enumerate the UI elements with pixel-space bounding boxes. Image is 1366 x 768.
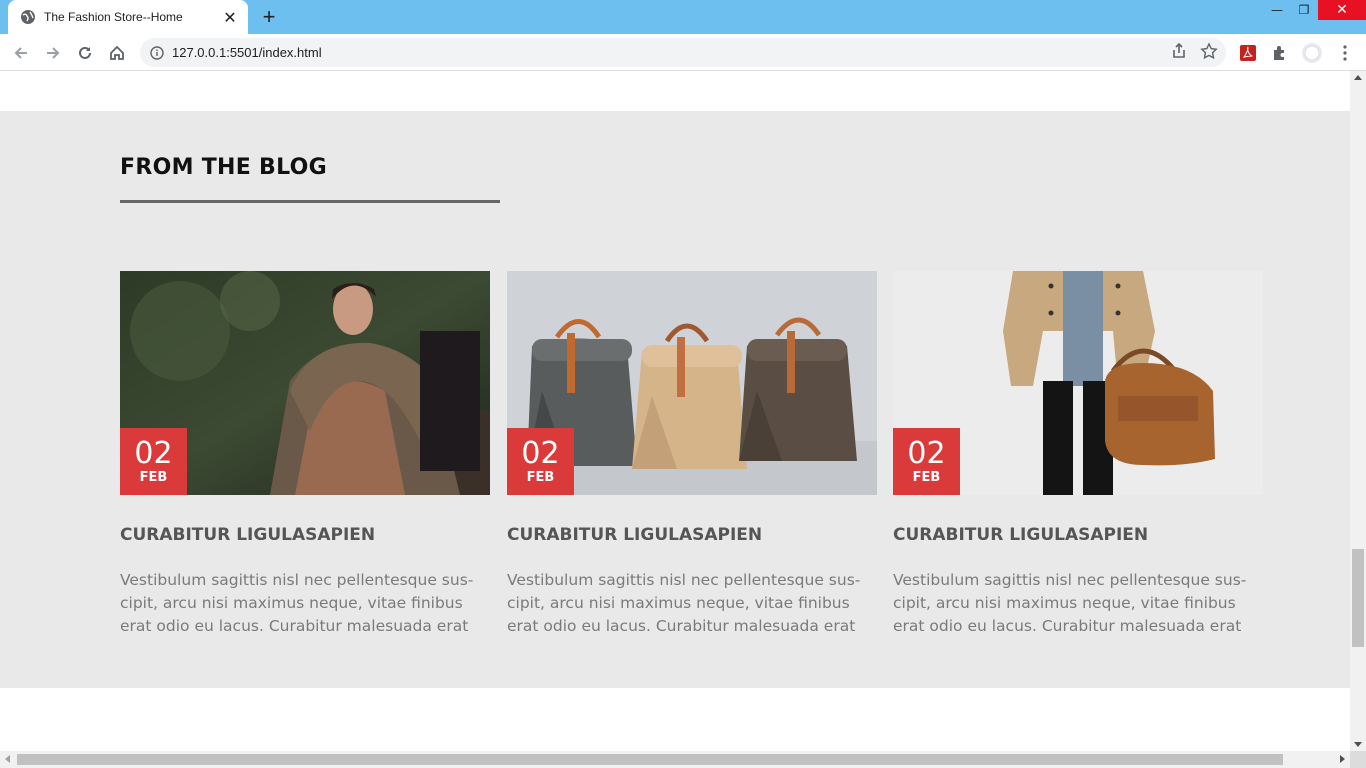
arrow-right-icon: [47, 47, 60, 59]
date-day: 02: [134, 435, 173, 471]
post-excerpt: Vestibulum sagittis nisl nec pellentesqu…: [507, 571, 861, 635]
blog-image-man-in-fur-coat[interactable]: 02 FEB: [120, 271, 490, 495]
more-menu-icon[interactable]: [1334, 42, 1356, 64]
blog-heading: FROM THE BLOG: [120, 155, 327, 180]
date-day: 02: [907, 435, 946, 471]
post-excerpt: Vestibulum sagittis nisl nec pellentesqu…: [893, 571, 1247, 635]
blog-card[interactable]: 02 FEB CURABITUR LIGULASAPIEN Vestibulum…: [893, 271, 1263, 635]
scroll-left-arrow-icon[interactable]: [5, 755, 10, 763]
new-tab-button[interactable]: +: [256, 4, 282, 29]
browser-tab[interactable]: The Fashion Store--Home ✕: [8, 0, 248, 34]
tab-title: The Fashion Store--Home: [44, 10, 183, 24]
blog-image-trench-coat-with-leather-bag[interactable]: 02 FEB: [893, 271, 1263, 495]
restore-button[interactable]: ❐: [1290, 0, 1318, 20]
profile-avatar-icon[interactable]: [1301, 42, 1323, 64]
reload-icon: [79, 46, 91, 59]
page-viewport: FROM THE BLOG 02 FEB CURABITUR LIGULASAP…: [0, 71, 1350, 751]
back-button[interactable]: [8, 40, 34, 66]
vertical-scrollbar[interactable]: [1350, 71, 1366, 751]
heading-underline: [120, 200, 500, 203]
pdf-extension-icon[interactable]: [1237, 42, 1259, 64]
forward-button[interactable]: [40, 40, 66, 66]
date-badge: 02 FEB: [120, 428, 187, 495]
date-month: FEB: [526, 469, 555, 485]
scrollbar-corner: [1350, 751, 1366, 768]
blog-card[interactable]: 02 FEB CURABITUR LIGULASAPIEN Vestibulum…: [507, 271, 877, 635]
horizontal-scroll-thumb[interactable]: [17, 754, 1283, 765]
blog-card[interactable]: 02 FEB CURABITUR LIGULASAPIEN Vestibulum…: [120, 271, 490, 635]
vertical-scroll-thumb[interactable]: [1352, 549, 1364, 647]
share-icon[interactable]: [1170, 42, 1188, 64]
globe-icon: [20, 9, 36, 25]
address-bar[interactable]: 127.0.0.1:5501/index.html: [140, 38, 1226, 67]
bookmark-star-icon[interactable]: [1200, 42, 1218, 64]
browser-toolbar: 127.0.0.1:5501/index.html: [0, 34, 1366, 71]
date-month: FEB: [912, 469, 941, 485]
scroll-right-arrow-icon[interactable]: [1340, 755, 1345, 763]
arrow-left-icon: [14, 47, 27, 59]
minimize-button[interactable]: —: [1263, 0, 1291, 20]
post-title[interactable]: CURABITUR LIGULASAPIEN: [120, 525, 375, 545]
blog-image-three-roll-top-bags[interactable]: 02 FEB: [507, 271, 877, 495]
horizontal-scrollbar[interactable]: [0, 751, 1350, 768]
info-icon[interactable]: [150, 45, 164, 60]
blog-section: FROM THE BLOG 02 FEB CURABITUR LIGULASAP…: [0, 111, 1350, 688]
browser-tab-strip: The Fashion Store--Home ✕ + — ❐ ✕: [0, 0, 1366, 34]
date-badge: 02 FEB: [507, 428, 574, 495]
scroll-down-arrow-icon[interactable]: [1354, 742, 1362, 747]
reload-button[interactable]: [72, 40, 98, 66]
date-badge: 02 FEB: [893, 428, 960, 495]
tab-close-icon[interactable]: ✕: [222, 8, 238, 27]
post-title[interactable]: CURABITUR LIGULASAPIEN: [507, 525, 762, 545]
home-button[interactable]: [104, 40, 130, 66]
home-icon: [110, 45, 124, 60]
scroll-up-arrow-icon[interactable]: [1354, 75, 1362, 80]
url-text: 127.0.0.1:5501/index.html: [172, 45, 322, 60]
date-month: FEB: [139, 469, 168, 485]
post-title[interactable]: CURABITUR LIGULASAPIEN: [893, 525, 1148, 545]
date-day: 02: [521, 435, 560, 471]
extensions-puzzle-icon[interactable]: [1269, 42, 1291, 64]
post-excerpt: Vestibulum sagittis nisl nec pellentesqu…: [120, 571, 474, 635]
window-close-button[interactable]: ✕: [1318, 0, 1366, 20]
